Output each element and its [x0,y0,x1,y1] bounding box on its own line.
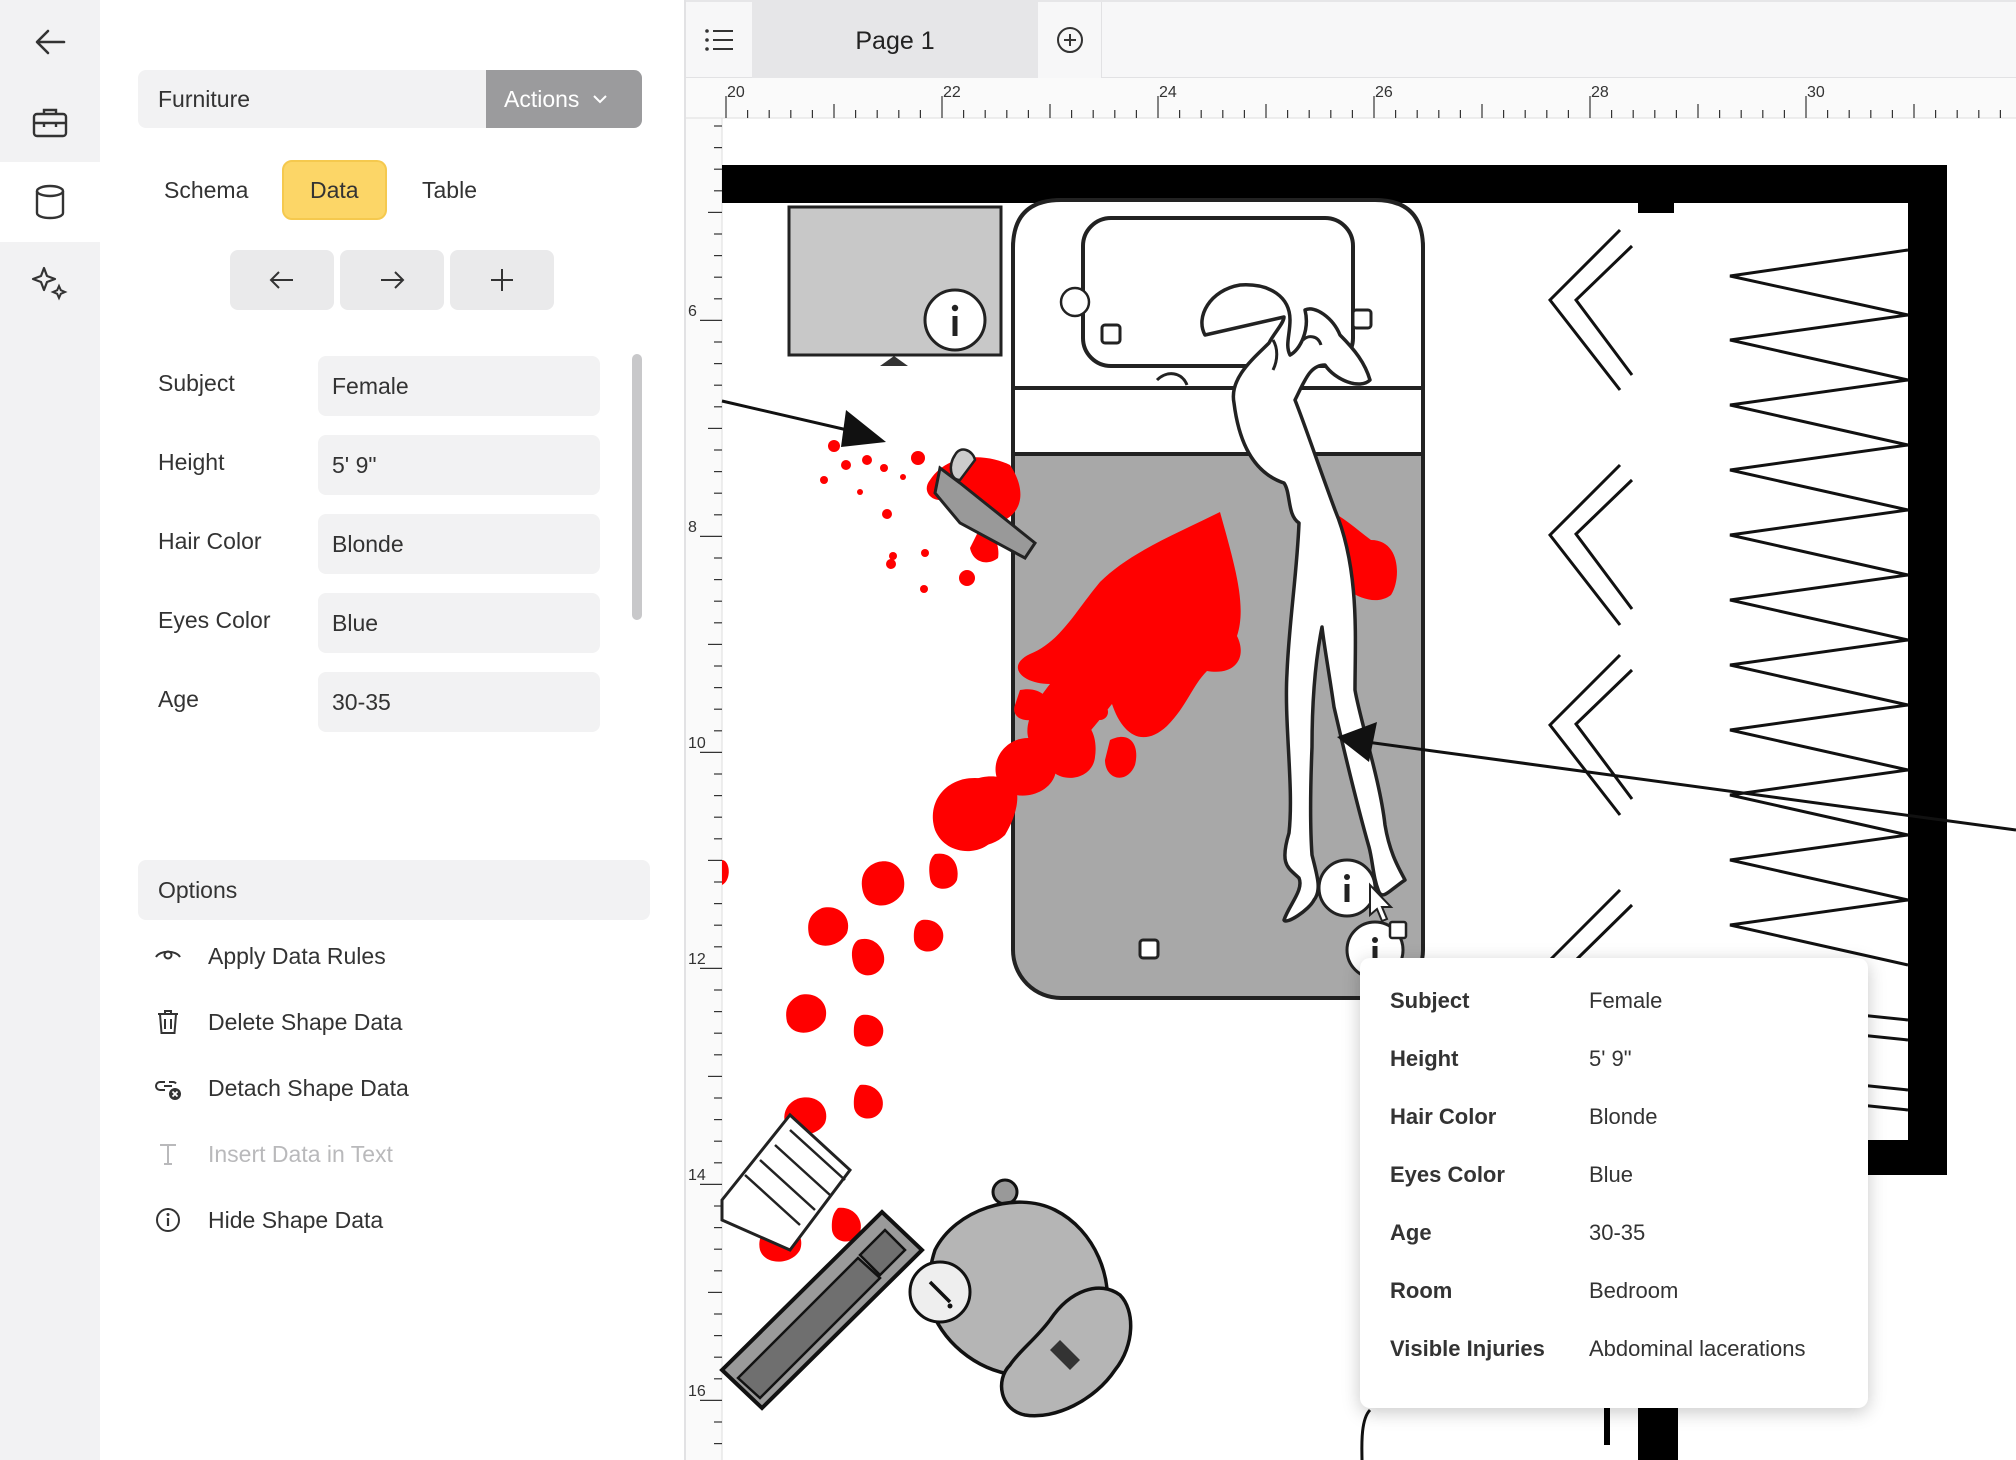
options-header[interactable]: Options [138,860,650,920]
tooltip-row: Hair Color Blonde [1390,1104,1850,1140]
ruler-label: 26 [1375,84,1393,101]
data-panel: Furniture Actions Schema Data Table Subj… [100,0,686,1460]
ruler-label: 14 [688,1167,706,1184]
detach-shape-data-label: Detach Shape Data [208,1074,409,1101]
tooltip-value: Blonde [1589,1104,1658,1129]
eye-icon [152,940,184,972]
left-rail [0,0,100,1460]
chair-shape[interactable] [908,1178,1133,1418]
page-tab-bar: Page 1 [686,0,2016,78]
television-shape[interactable] [787,205,1003,366]
ruler-label: 16 [688,1383,706,1400]
tooltip-value: Blue [1589,1162,1634,1187]
delete-shape-data-option[interactable]: Delete Shape Data [152,1002,402,1042]
detach-link-icon [152,1072,184,1104]
briefcase-icon [32,108,68,138]
tooltip-value: Bedroom [1589,1278,1679,1303]
tooltip-key: Hair Color [1390,1104,1497,1129]
ruler-label: 6 [688,303,697,320]
actions-label: Actions [504,85,580,112]
previous-record-button[interactable] [230,250,334,310]
fields-scrollbar[interactable] [632,354,642,620]
data-button[interactable] [0,162,100,242]
add-page-button[interactable] [1038,2,1102,78]
field-input-eyes-color[interactable]: Blue [318,593,600,653]
info-icon [152,1204,184,1236]
desk-shape[interactable] [719,1209,925,1411]
text-icon [152,1138,184,1170]
tooltip-row: Eyes Color Blue [1390,1162,1850,1198]
add-field-button[interactable] [450,250,554,310]
ruler-label: 20 [727,84,745,101]
tooltip-key: Eyes Color [1390,1162,1505,1187]
field-label-hair-color: Hair Color [158,528,262,554]
tooltip-value: Female [1589,988,1663,1013]
tooltip-key: Room [1390,1278,1453,1303]
field-input-age[interactable]: 30-35 [318,672,600,732]
magic-button[interactable] [0,242,100,322]
ruler-label: 10 [688,735,706,752]
field-input-subject[interactable]: Female [318,356,600,416]
chevron-down-icon [593,95,608,104]
field-input-hair-color[interactable]: Blonde [318,514,600,574]
layer-name-field[interactable]: Furniture [138,70,488,128]
tooltip-key: Visible Injuries [1390,1336,1545,1361]
field-label-eyes-color: Eyes Color [158,607,271,633]
apply-data-rules-label: Apply Data Rules [208,942,386,969]
detach-shape-data-option[interactable]: Detach Shape Data [152,1068,409,1108]
add-circle-icon [1056,27,1083,53]
arrow-left-icon [35,29,66,55]
shape-info-marker[interactable] [1317,858,1377,918]
ruler-label: 12 [688,951,706,968]
plus-icon [491,269,513,291]
tooltip-value: 5' 9" [1589,1046,1632,1071]
tooltip-row: Subject Female [1390,988,1850,1024]
hide-shape-data-label: Hide Shape Data [208,1206,384,1233]
field-label-age: Age [158,686,199,712]
toolbox-button[interactable] [0,82,100,162]
tab-data[interactable]: Data [282,160,387,220]
tooltip-row: Room Bedroom [1390,1278,1850,1314]
tooltip-key: Height [1390,1046,1459,1071]
shape-data-tooltip: Subject Female Height 5' 9" Hair Color B… [1360,958,1868,1408]
sparkles-icon [31,266,68,301]
arrow-left-icon [269,271,293,289]
drawing-canvas[interactable]: 20 22 24 26 28 30 6 8 10 12 14 16 Subjec… [686,78,2016,1460]
arrow-right-icon [381,271,405,289]
tooltip-row: Height 5' 9" [1390,1046,1850,1082]
actions-button[interactable]: Actions [486,70,642,128]
ruler-label: 28 [1591,84,1609,101]
tab-schema[interactable]: Schema [138,160,274,220]
delete-shape-data-label: Delete Shape Data [208,1008,403,1035]
tab-page-1[interactable]: Page 1 [752,2,1038,78]
ruler-label: 24 [1159,84,1177,101]
back-button[interactable] [0,2,100,82]
tooltip-key: Subject [1390,988,1470,1013]
notebook-shape[interactable] [720,1112,853,1252]
field-label-height: Height [158,449,225,475]
page-list-button[interactable] [686,2,752,78]
ruler-label: 30 [1807,84,1825,101]
tooltip-value: 30-35 [1589,1220,1646,1245]
tooltip-row: Visible Injuries Abdominal lacerations [1390,1336,1850,1372]
tooltip-key: Age [1390,1220,1432,1245]
vertical-ruler [686,78,722,1460]
field-label-subject: Subject [158,370,235,396]
trash-icon [152,1006,184,1038]
tooltip-value: Abdominal lacerations [1589,1336,1806,1361]
tooltip-row: Age 30-35 [1390,1220,1850,1256]
list-icon [705,29,733,51]
insert-data-in-text-label: Insert Data in Text [208,1140,393,1167]
insert-data-in-text-option: Insert Data in Text [152,1134,393,1174]
ruler-label: 22 [943,84,961,101]
ruler-label: 8 [688,519,697,536]
tab-table[interactable]: Table [396,160,503,220]
database-icon [35,184,65,220]
field-input-height[interactable]: 5' 9" [318,435,600,495]
apply-data-rules-option[interactable]: Apply Data Rules [152,936,386,976]
hide-shape-data-option[interactable]: Hide Shape Data [152,1200,383,1240]
next-record-button[interactable] [340,250,444,310]
